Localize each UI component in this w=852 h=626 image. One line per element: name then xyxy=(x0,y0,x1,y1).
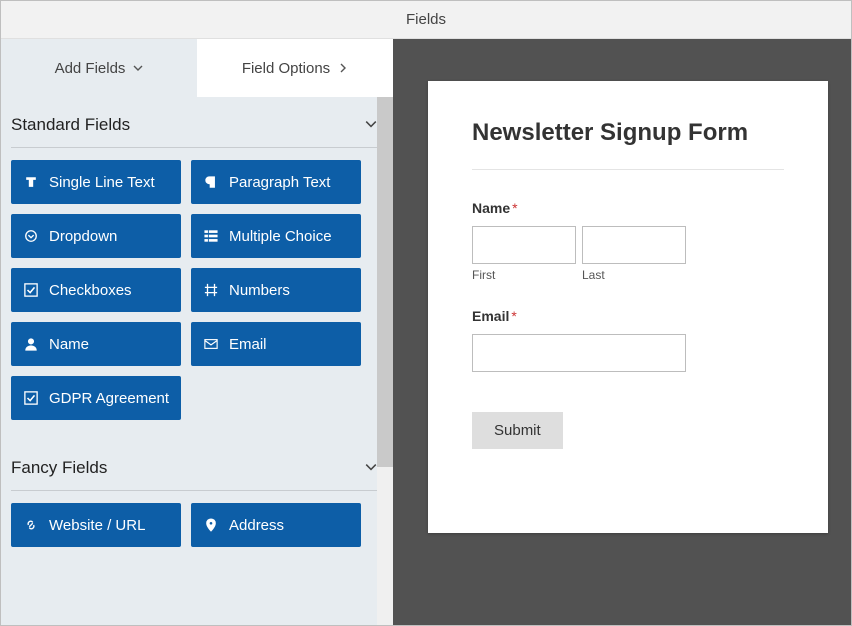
field-checkboxes[interactable]: Checkboxes xyxy=(11,268,181,312)
preview-canvas: Newsletter Signup Form Name* First xyxy=(393,39,851,625)
field-gdpr-agreement[interactable]: GDPR Agreement xyxy=(11,376,181,420)
tab-field-options-label: Field Options xyxy=(242,60,330,77)
submit-button[interactable]: Submit xyxy=(472,412,563,449)
form-card: Newsletter Signup Form Name* First xyxy=(428,81,828,533)
field-label: Address xyxy=(229,517,284,534)
field-email[interactable]: Email xyxy=(191,322,361,366)
scrollbar-thumb[interactable] xyxy=(377,97,393,467)
url-icon xyxy=(23,518,39,532)
chevron-down-icon xyxy=(365,458,377,478)
multiple-choice-icon xyxy=(203,229,219,243)
name-label: Name xyxy=(472,200,510,216)
field-name[interactable]: Name xyxy=(11,322,181,366)
first-name-input[interactable] xyxy=(472,226,576,264)
name-field-block[interactable]: Name* First Last xyxy=(472,200,784,282)
chevron-down-icon xyxy=(365,115,377,135)
dropdown-icon xyxy=(23,229,39,243)
section-title-standard: Standard Fields xyxy=(11,115,130,135)
section-header-standard[interactable]: Standard Fields xyxy=(1,97,393,145)
required-mark: * xyxy=(511,308,516,324)
field-single-line-text[interactable]: Single Line Text xyxy=(11,160,181,204)
fancy-fields-grid: Website / URL Address xyxy=(1,503,393,553)
field-address[interactable]: Address xyxy=(191,503,361,547)
first-sublabel: First xyxy=(472,268,576,282)
checkboxes-icon xyxy=(23,283,39,297)
chevron-down-icon xyxy=(133,60,143,77)
paragraph-icon xyxy=(203,175,219,189)
section-title-fancy: Fancy Fields xyxy=(11,458,107,478)
left-panel: Add Fields Field Options Standard Fields xyxy=(1,39,393,625)
field-label: Paragraph Text xyxy=(229,174,330,191)
tab-add-fields-label: Add Fields xyxy=(55,60,126,77)
email-input[interactable] xyxy=(472,334,686,372)
field-label: Single Line Text xyxy=(49,174,155,191)
submit-label: Submit xyxy=(494,422,541,439)
field-label: Multiple Choice xyxy=(229,228,332,245)
field-website-url[interactable]: Website / URL xyxy=(11,503,181,547)
email-label: Email xyxy=(472,308,509,324)
field-label: Website / URL xyxy=(49,517,145,534)
window-title: Fields xyxy=(406,11,446,28)
email-field-block[interactable]: Email* xyxy=(472,308,784,372)
titlebar: Fields xyxy=(1,1,851,39)
field-paragraph-text[interactable]: Paragraph Text xyxy=(191,160,361,204)
field-label: Dropdown xyxy=(49,228,117,245)
last-sublabel: Last xyxy=(582,268,686,282)
chevron-right-icon xyxy=(338,60,348,77)
divider xyxy=(11,147,383,148)
email-icon xyxy=(203,337,219,351)
required-mark: * xyxy=(512,200,517,216)
field-numbers[interactable]: Numbers xyxy=(191,268,361,312)
section-header-fancy[interactable]: Fancy Fields xyxy=(1,440,393,488)
body: Add Fields Field Options Standard Fields xyxy=(1,39,851,625)
standard-fields-grid: Single Line Text Paragraph Text Dropdown xyxy=(1,160,393,426)
field-label: Numbers xyxy=(229,282,290,299)
field-label: Checkboxes xyxy=(49,282,132,299)
name-icon xyxy=(23,337,39,351)
field-label: Email xyxy=(229,336,267,353)
window: Fields Add Fields Field Options xyxy=(0,0,852,626)
tab-field-options[interactable]: Field Options xyxy=(197,39,393,97)
numbers-icon xyxy=(203,283,219,297)
form-title: Newsletter Signup Form xyxy=(472,119,784,170)
text-icon xyxy=(23,175,39,189)
fields-scroll[interactable]: Standard Fields Single Line Text xyxy=(1,97,393,625)
field-label: Name xyxy=(49,336,89,353)
field-dropdown[interactable]: Dropdown xyxy=(11,214,181,258)
field-multiple-choice[interactable]: Multiple Choice xyxy=(191,214,361,258)
gdpr-icon xyxy=(23,391,39,405)
divider xyxy=(11,490,383,491)
address-icon xyxy=(203,518,219,532)
preview-panel: Newsletter Signup Form Name* First xyxy=(393,39,851,625)
field-label: GDPR Agreement xyxy=(49,390,169,407)
tab-add-fields[interactable]: Add Fields xyxy=(1,39,197,97)
last-name-input[interactable] xyxy=(582,226,686,264)
tabs: Add Fields Field Options xyxy=(1,39,393,97)
